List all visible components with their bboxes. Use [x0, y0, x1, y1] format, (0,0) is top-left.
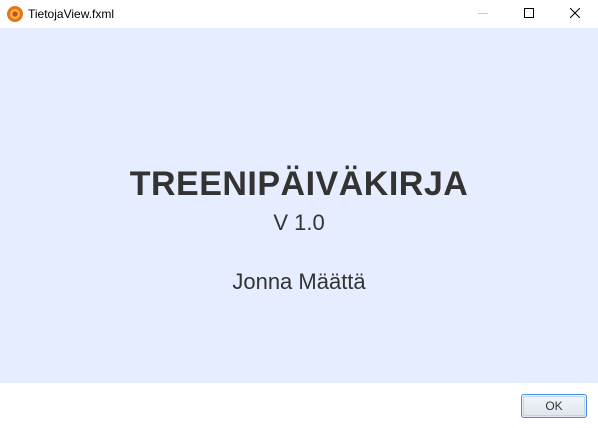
- maximize-button[interactable]: [506, 0, 552, 28]
- close-icon: [569, 5, 581, 23]
- about-dialog-window: TietojaView.fxml TREENIPÄIVÄKIRJA V 1.0 …: [0, 0, 598, 428]
- app-title: TREENIPÄIVÄKIRJA: [129, 165, 469, 203]
- title-bar: TietojaView.fxml: [0, 0, 598, 28]
- ok-button[interactable]: OK: [521, 394, 587, 418]
- app-icon: [7, 6, 23, 22]
- window-title: TietojaView.fxml: [28, 7, 115, 21]
- dialog-footer: OK: [0, 383, 598, 428]
- maximize-icon: [524, 5, 534, 23]
- minimize-button[interactable]: [460, 0, 506, 28]
- about-content-panel: TREENIPÄIVÄKIRJA V 1.0 Jonna Määttä: [0, 28, 598, 383]
- minimize-icon: [478, 5, 488, 23]
- version-label: V 1.0: [273, 210, 325, 235]
- close-button[interactable]: [552, 0, 598, 28]
- author-label: Jonna Määttä: [232, 269, 366, 294]
